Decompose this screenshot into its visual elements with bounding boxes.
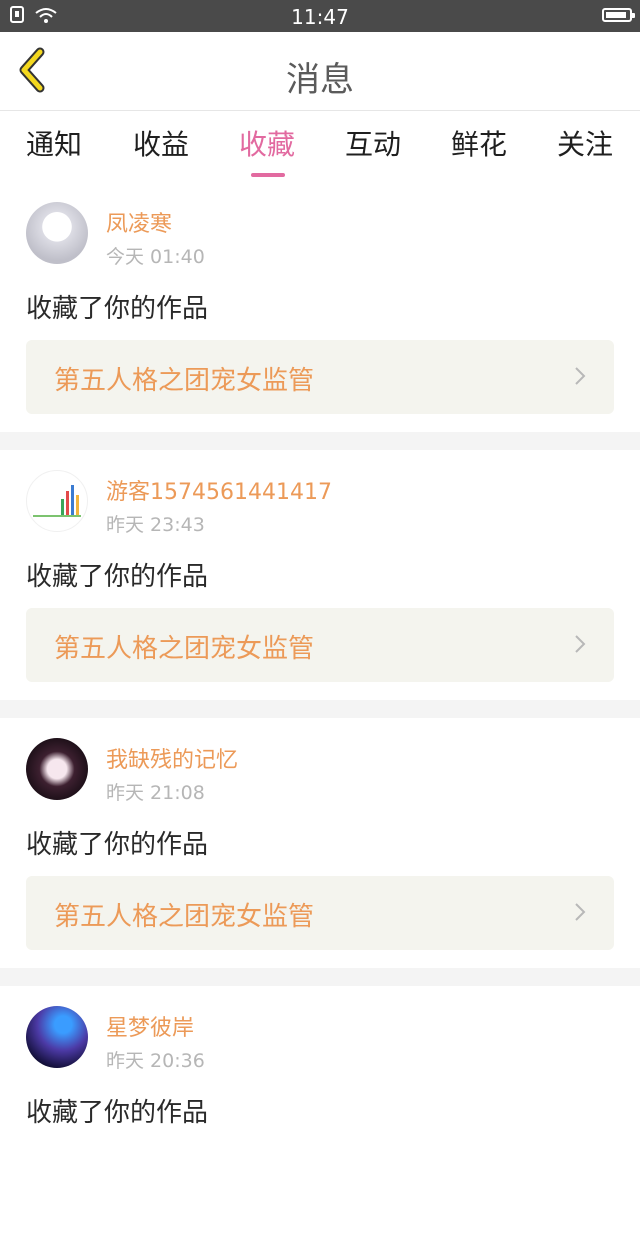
tab-label: 通知 bbox=[25, 128, 82, 161]
status-bar: 11:47 bbox=[0, 0, 640, 32]
tab-label: 互动 bbox=[344, 128, 401, 161]
avatar[interactable] bbox=[26, 738, 88, 800]
chevron-right-icon bbox=[575, 635, 586, 653]
user-name[interactable]: 游客1574561441417 bbox=[106, 474, 332, 506]
tab-label: 收益 bbox=[132, 128, 189, 161]
active-tab-indicator bbox=[251, 173, 285, 177]
list-item: 凤凌寒 今天 01:40 收藏了你的作品 第五人格之团宠女监管 bbox=[0, 182, 640, 432]
avatar[interactable] bbox=[26, 470, 88, 532]
divider bbox=[0, 432, 640, 450]
tab-label: 关注 bbox=[556, 128, 613, 161]
action-text: 收藏了你的作品 bbox=[26, 294, 209, 324]
work-title: 第五人格之团宠女监管 bbox=[54, 634, 315, 664]
action-text: 收藏了你的作品 bbox=[26, 562, 209, 592]
work-card[interactable]: 第五人格之团宠女监管 bbox=[26, 876, 614, 950]
work-card[interactable]: 第五人格之团宠女监管 bbox=[26, 608, 614, 682]
tab-favorites[interactable]: 收藏 bbox=[217, 123, 317, 177]
user-name[interactable]: 凤凌寒 bbox=[106, 206, 172, 238]
item-time: 今天 01:40 bbox=[106, 246, 205, 268]
action-text: 收藏了你的作品 bbox=[26, 830, 209, 860]
work-card[interactable]: 第五人格之团宠女监管 bbox=[26, 340, 614, 414]
user-name[interactable]: 我缺残的记忆 bbox=[106, 742, 238, 774]
battery-icon bbox=[602, 8, 635, 22]
user-name[interactable]: 星梦彼岸 bbox=[106, 1010, 194, 1042]
list-item: 游客1574561441417 昨天 23:43 收藏了你的作品 第五人格之团宠… bbox=[0, 450, 640, 700]
item-time: 昨天 21:08 bbox=[106, 782, 205, 804]
tab-earnings[interactable]: 收益 bbox=[111, 123, 211, 163]
list-item: 我缺残的记忆 昨天 21:08 收藏了你的作品 第五人格之团宠女监管 bbox=[0, 718, 640, 968]
avatar[interactable] bbox=[26, 202, 88, 264]
item-time: 昨天 20:36 bbox=[106, 1050, 205, 1072]
item-time: 昨天 23:43 bbox=[106, 514, 205, 536]
bar-logo-icon bbox=[33, 485, 81, 517]
action-text: 收藏了你的作品 bbox=[26, 1098, 209, 1128]
tab-notifications[interactable]: 通知 bbox=[4, 123, 104, 163]
work-title: 第五人格之团宠女监管 bbox=[54, 366, 315, 396]
list-item: 星梦彼岸 昨天 20:36 收藏了你的作品 bbox=[0, 986, 640, 1236]
tab-flowers[interactable]: 鲜花 bbox=[429, 123, 529, 163]
tab-label: 收藏 bbox=[238, 128, 295, 161]
avatar[interactable] bbox=[26, 1006, 88, 1068]
header: 消息 bbox=[0, 32, 640, 111]
divider bbox=[0, 700, 640, 718]
favorites-list: 凤凌寒 今天 01:40 收藏了你的作品 第五人格之团宠女监管 游客157456… bbox=[0, 182, 640, 1236]
tab-label: 鲜花 bbox=[450, 128, 507, 161]
tab-interactions[interactable]: 互动 bbox=[323, 123, 423, 163]
divider bbox=[0, 968, 640, 986]
tab-bar: 通知 收益 收藏 互动 鲜花 关注 bbox=[0, 111, 640, 181]
chevron-right-icon bbox=[575, 903, 586, 921]
work-title: 第五人格之团宠女监管 bbox=[54, 902, 315, 932]
page-title: 消息 bbox=[286, 60, 354, 100]
tab-follows[interactable]: 关注 bbox=[535, 123, 635, 163]
status-time: 11:47 bbox=[291, 5, 349, 29]
chevron-right-icon bbox=[575, 367, 586, 385]
